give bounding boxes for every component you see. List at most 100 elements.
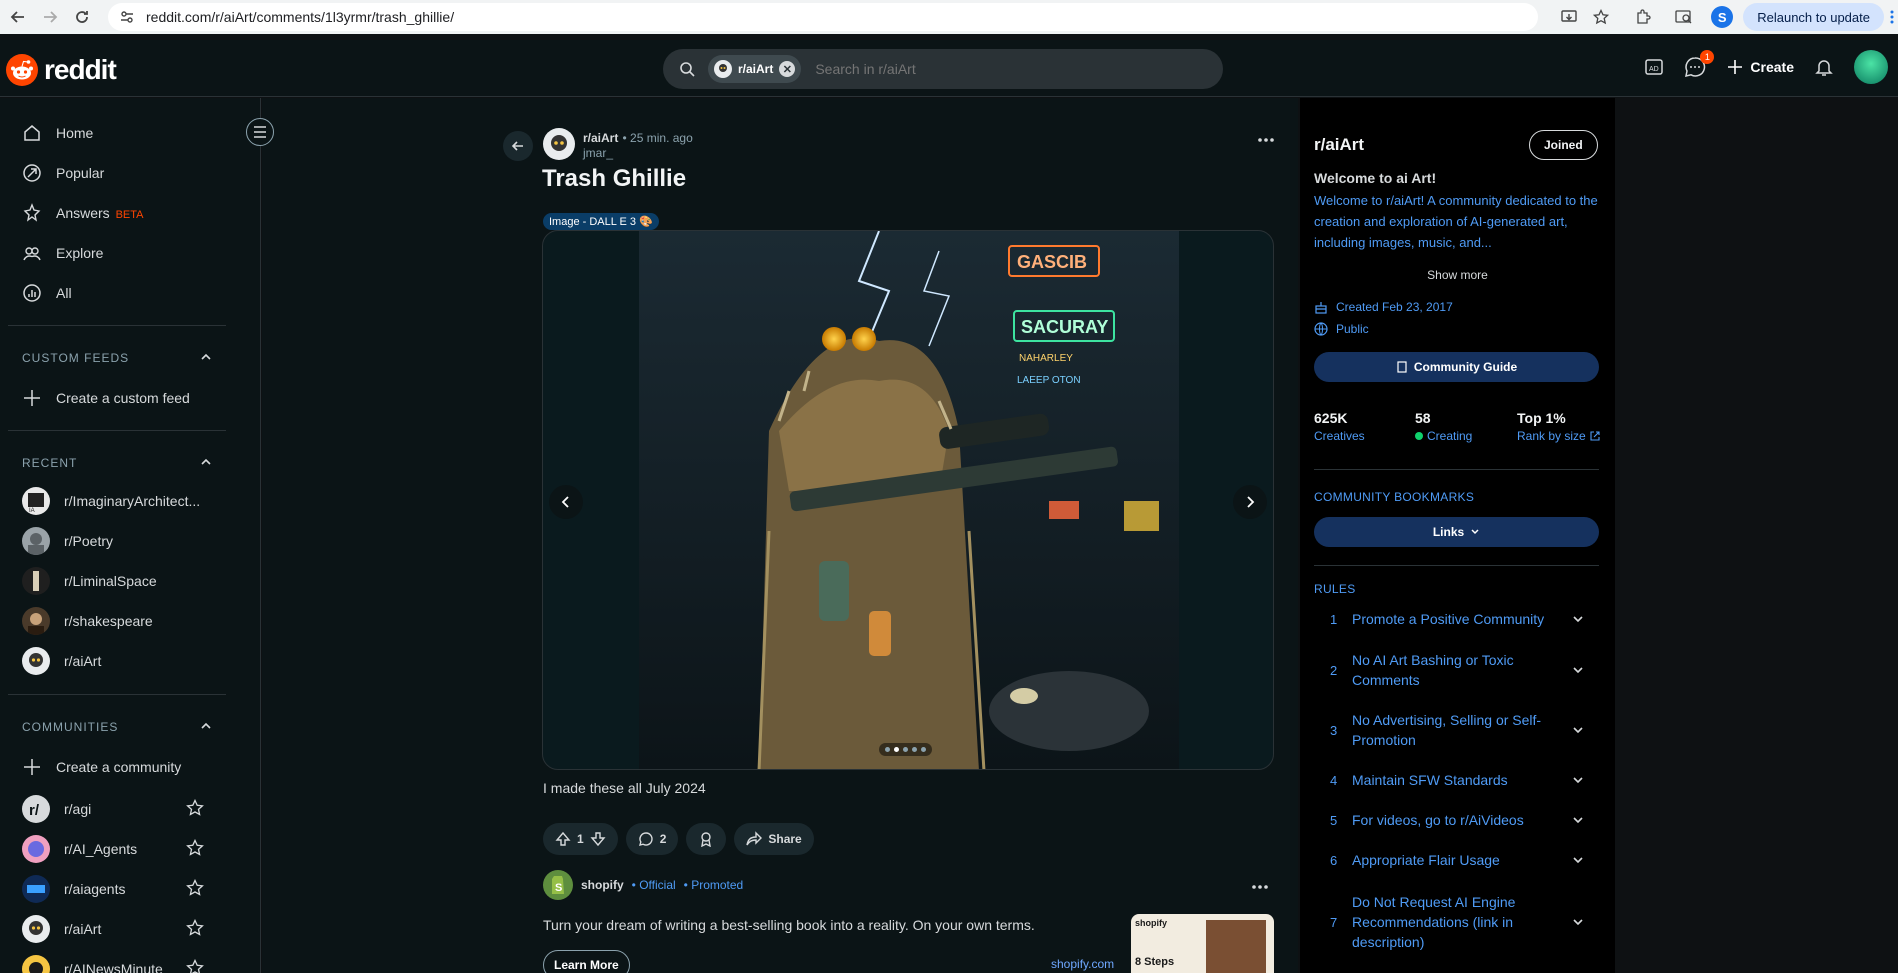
- search-input[interactable]: [815, 61, 1116, 77]
- learn-more-button[interactable]: Learn More: [543, 950, 630, 973]
- reddit-logo[interactable]: reddit: [6, 54, 117, 86]
- carousel-dot[interactable]: [903, 747, 908, 752]
- post-options-icon[interactable]: [1258, 138, 1274, 142]
- community-item[interactable]: r/aiArt: [22, 915, 101, 943]
- recent-item[interactable]: IA r/ImaginaryArchitect...: [22, 487, 200, 515]
- address-bar[interactable]: reddit.com/r/aiArt/comments/1l3yrmr/tras…: [108, 3, 1538, 31]
- post-media-carousel[interactable]: GASCIB SACURAY NAHARLEY LAEEP OTON: [542, 230, 1274, 770]
- relaunch-button[interactable]: Relaunch to update: [1743, 3, 1884, 31]
- nav-home[interactable]: Home: [22, 123, 93, 143]
- browser-menu-icon[interactable]: [1890, 9, 1894, 25]
- collapse-sidebar-button[interactable]: [246, 118, 274, 146]
- share-button[interactable]: Share: [734, 823, 814, 855]
- create-custom-feed[interactable]: Create a custom feed: [22, 388, 190, 408]
- recent-item[interactable]: r/Poetry: [22, 527, 113, 555]
- post-subreddit-link[interactable]: r/aiArt: [583, 131, 618, 145]
- user-avatar[interactable]: [1854, 50, 1888, 84]
- site-info-icon[interactable]: [120, 10, 134, 24]
- links-dropdown-button[interactable]: Links: [1314, 517, 1599, 547]
- promo-options-icon[interactable]: [1252, 885, 1268, 889]
- back-button[interactable]: [503, 131, 533, 161]
- create-community[interactable]: Create a community: [22, 757, 181, 777]
- recent-item-label: r/Poetry: [64, 533, 114, 549]
- share-label: Share: [768, 832, 802, 846]
- create-label: Create: [1750, 59, 1794, 75]
- community-item[interactable]: r/AINewsMinute: [22, 955, 163, 973]
- nav-popular[interactable]: Popular: [22, 163, 104, 183]
- award-button[interactable]: [686, 823, 727, 855]
- downvote-icon[interactable]: [590, 831, 606, 847]
- joined-button[interactable]: Joined: [1529, 130, 1598, 160]
- extensions-icon[interactable]: [1635, 9, 1651, 25]
- community-item[interactable]: r/AI_Agents: [22, 835, 137, 863]
- recent-section-toggle[interactable]: RECENT: [22, 456, 212, 470]
- rule-item[interactable]: 6 Appropriate Flair Usage: [1330, 850, 1600, 870]
- community-name[interactable]: r/aiArt: [1314, 135, 1364, 155]
- post-flair[interactable]: Image - DALL E 3 🎨: [543, 213, 659, 230]
- advertiser-avatar[interactable]: S: [543, 870, 573, 900]
- browser-profile-avatar[interactable]: S: [1711, 6, 1734, 28]
- rule-number: 4: [1330, 772, 1338, 788]
- reload-icon[interactable]: [68, 3, 96, 31]
- recent-item[interactable]: r/shakespeare: [22, 607, 153, 635]
- communities-section-toggle[interactable]: COMMUNITIES: [22, 720, 212, 734]
- stat-rank[interactable]: Top 1% Rank by size: [1517, 410, 1600, 443]
- favorite-star-icon[interactable]: [186, 959, 204, 973]
- forward-arrow-icon[interactable]: [36, 3, 64, 31]
- nav-all[interactable]: All: [22, 283, 72, 303]
- plus-icon: [1728, 60, 1743, 74]
- rule-text: Promote a Positive Community: [1352, 611, 1545, 627]
- promo-image[interactable]: shopify 8 Steps: [1131, 914, 1274, 973]
- rule-item[interactable]: 2 No AI Art Bashing or Toxic Comments: [1330, 650, 1600, 690]
- custom-feeds-section-toggle[interactable]: CUSTOM FEEDS: [22, 351, 212, 365]
- rule-item[interactable]: 3 No Advertising, Selling or Self-Promot…: [1330, 710, 1600, 750]
- create-post-button[interactable]: Create: [1726, 58, 1794, 76]
- carousel-prev-button[interactable]: [549, 485, 583, 519]
- external-link-icon: [1590, 431, 1600, 441]
- nav-answers[interactable]: Answers BETA: [22, 203, 144, 223]
- carousel-dot[interactable]: [894, 747, 899, 752]
- nav-answers-label: Answers: [56, 205, 110, 221]
- post-author-link[interactable]: jmar_: [583, 146, 693, 160]
- chat-icon[interactable]: 1: [1684, 50, 1715, 78]
- promoted-tag: • Promoted: [683, 878, 744, 892]
- carousel-dot[interactable]: [885, 747, 890, 752]
- search-scope-chip[interactable]: r/aiArt ✕: [708, 55, 802, 83]
- community-item[interactable]: r/ r/agi: [22, 795, 91, 823]
- rule-item[interactable]: 1 Promote a Positive Community: [1330, 609, 1600, 629]
- comments-button[interactable]: 2: [625, 823, 679, 855]
- favorite-star-icon[interactable]: [186, 919, 204, 937]
- bookmark-star-icon[interactable]: [1593, 9, 1610, 25]
- favorite-star-icon[interactable]: [186, 879, 204, 897]
- subreddit-avatar[interactable]: [543, 128, 575, 160]
- nav-explore[interactable]: Explore: [22, 243, 103, 263]
- upvote-icon[interactable]: [555, 831, 571, 847]
- promo-domain-link[interactable]: shopify.com: [1051, 957, 1114, 971]
- install-app-icon[interactable]: [1561, 9, 1577, 25]
- advertise-icon[interactable]: AD: [1644, 57, 1664, 77]
- rule-item[interactable]: 4 Maintain SFW Standards: [1330, 770, 1600, 790]
- clear-scope-icon[interactable]: ✕: [779, 61, 796, 77]
- carousel-next-button[interactable]: [1233, 485, 1267, 519]
- recent-item[interactable]: r/LiminalSpace: [22, 567, 157, 595]
- url-text[interactable]: reddit.com/r/aiArt/comments/1l3yrmr/tras…: [146, 9, 454, 25]
- notifications-bell-icon[interactable]: [1814, 57, 1834, 77]
- rule-text: No AI Art Bashing or Toxic Comments: [1352, 652, 1514, 688]
- carousel-dot[interactable]: [912, 747, 917, 752]
- back-arrow-icon[interactable]: [4, 3, 32, 31]
- community-guide-button[interactable]: Community Guide: [1314, 352, 1599, 382]
- community-item[interactable]: r/aiagents: [22, 875, 125, 903]
- recent-item[interactable]: r/aiArt: [22, 647, 101, 675]
- rule-item[interactable]: 5 For videos, go to r/AiVideos: [1330, 810, 1600, 830]
- community-welcome: Welcome to ai Art!: [1314, 170, 1437, 186]
- search-bar[interactable]: r/aiArt ✕: [663, 49, 1223, 89]
- rule-item[interactable]: 7 Do Not Request AI Engine Recommendatio…: [1330, 892, 1600, 952]
- advertiser-name[interactable]: shopify: [581, 878, 624, 892]
- carousel-dot[interactable]: [921, 747, 926, 752]
- favorite-star-icon[interactable]: [186, 799, 204, 817]
- show-more-button[interactable]: Show more: [1300, 268, 1615, 282]
- favorite-star-icon[interactable]: [186, 839, 204, 857]
- hamburger-menu-icon: [254, 126, 266, 138]
- tab-search-icon[interactable]: [1675, 9, 1693, 25]
- chevron-down-icon: [1573, 817, 1583, 824]
